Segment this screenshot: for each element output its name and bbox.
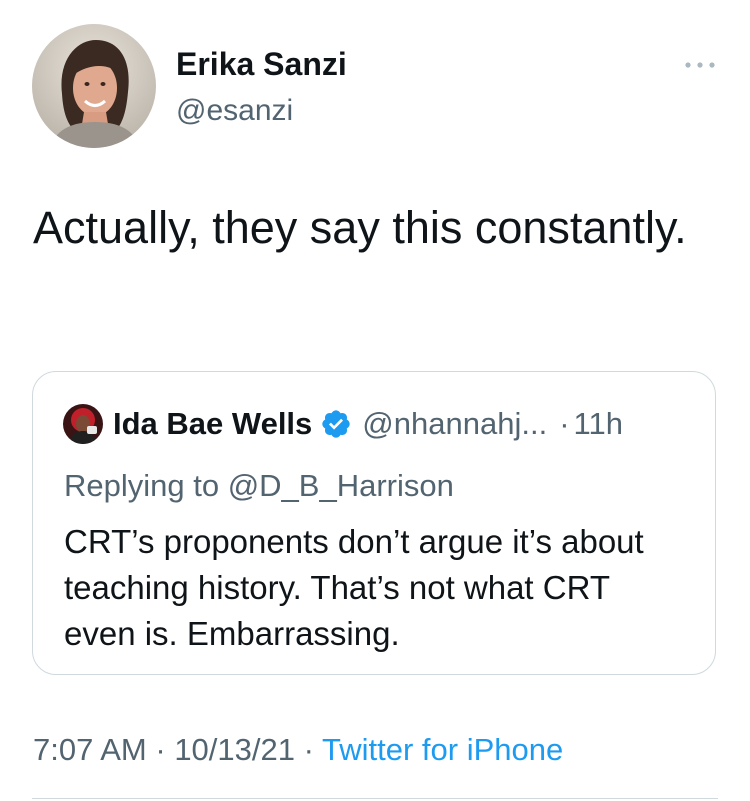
- replying-to-text: Replying to @D_B_Harrison: [64, 468, 454, 503]
- quoted-author-handle[interactable]: @nhannahj...: [362, 406, 547, 442]
- quoted-tweet-header: Ida Bae Wells @nhannahj... · 11h: [113, 402, 623, 446]
- quoted-tweet-text: CRT’s proponents don’t argue it’s about …: [64, 523, 644, 652]
- author-handle[interactable]: @esanzi: [176, 92, 293, 130]
- meta-separator-2: ·: [303, 732, 322, 767]
- tweet-meta: 7:07 AM · 10/13/21 · Twitter for iPhone: [33, 728, 563, 772]
- quoted-tweet-time[interactable]: 11h: [574, 406, 623, 442]
- quoted-time-separator: ·: [559, 406, 570, 441]
- meta-separator-1: ·: [155, 732, 175, 767]
- verified-badge-icon: [320, 408, 352, 440]
- tweet-date[interactable]: 10/13/21: [174, 732, 295, 767]
- quoted-tweet-card[interactable]: Ida Bae Wells @nhannahj... · 11h Replyin…: [32, 371, 716, 675]
- quoted-author-name[interactable]: Ida Bae Wells: [113, 406, 312, 442]
- divider: [32, 798, 718, 799]
- author-avatar[interactable]: [32, 24, 156, 148]
- tweet-time[interactable]: 7:07 AM: [33, 732, 147, 767]
- author-avatar-image: [32, 24, 156, 148]
- tweet-source-link[interactable]: Twitter for iPhone: [322, 732, 563, 767]
- tweet-text: Actually, they say this constantly.: [33, 202, 687, 253]
- more-horizontal-icon[interactable]: [680, 52, 720, 78]
- quoted-author-avatar[interactable]: [63, 404, 103, 444]
- author-name[interactable]: Erika Sanzi: [176, 44, 347, 84]
